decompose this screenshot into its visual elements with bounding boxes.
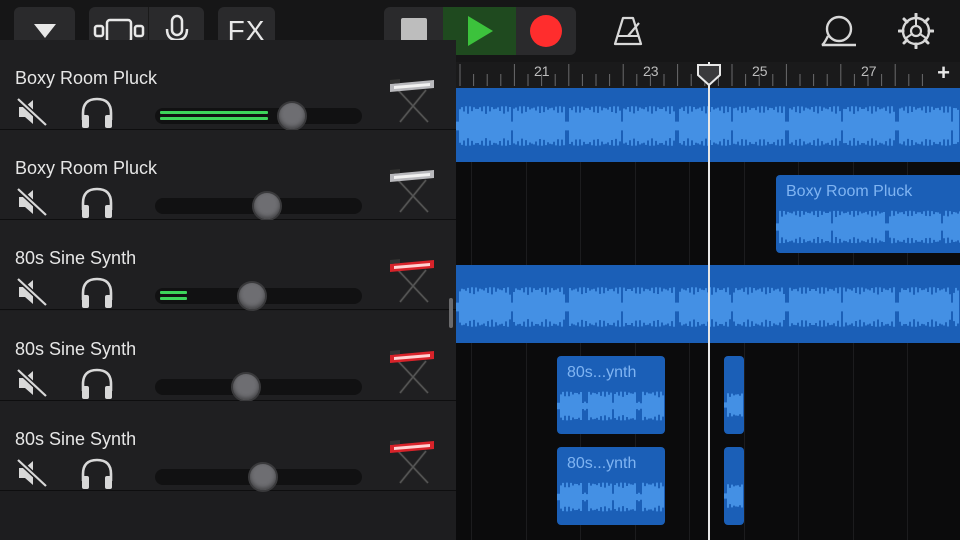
track-name: Boxy Room Pluck	[15, 158, 158, 178]
mute-speaker-icon[interactable]	[16, 97, 48, 127]
volume-slider-knob[interactable]	[237, 281, 267, 311]
mute-speaker-icon[interactable]	[16, 368, 48, 398]
headphones-icon[interactable]	[79, 367, 115, 401]
mute-speaker-icon[interactable]	[16, 187, 48, 217]
volume-slider-knob[interactable]	[277, 101, 307, 131]
waveform	[557, 482, 664, 512]
volume-slider[interactable]	[155, 281, 362, 311]
headphones-icon[interactable]	[79, 457, 115, 491]
volume-slider[interactable]	[155, 191, 362, 221]
track-name: 80s Sine Synth	[15, 248, 137, 268]
track-header-row[interactable]: 80s Sine Synth	[0, 311, 456, 402]
loop-browser-button[interactable]	[816, 7, 862, 55]
track-headers-panel: Boxy Room Pluck Boxy Room Pluck 80s Sine…	[0, 40, 456, 540]
volume-slider-knob[interactable]	[248, 462, 278, 492]
waveform	[724, 393, 743, 417]
triangle-down-icon	[33, 24, 56, 38]
region-80s-sine-synth-2[interactable]: 80s...ynth	[557, 356, 665, 434]
level-meter	[160, 111, 268, 121]
record-button[interactable]	[516, 7, 576, 55]
record-icon	[530, 15, 562, 47]
volume-slider-knob[interactable]	[252, 191, 282, 221]
bar-number-23: 23	[643, 63, 659, 79]
region-80s-sine-synth-5[interactable]	[724, 447, 744, 525]
region-boxy-room-pluck-2[interactable]: Boxy Room Pluck	[776, 175, 960, 253]
keyboard-instrument-icon[interactable]	[388, 254, 436, 306]
keyboard-instrument-icon[interactable]	[388, 74, 436, 126]
headphones-icon[interactable]	[79, 186, 115, 220]
waveform	[724, 484, 743, 508]
volume-slider[interactable]	[155, 101, 362, 131]
track-header-row[interactable]: Boxy Room Pluck	[0, 40, 456, 131]
volume-slider[interactable]	[155, 372, 362, 402]
headphones-icon[interactable]	[79, 96, 115, 130]
metronome-button[interactable]	[606, 7, 650, 55]
level-meter	[160, 291, 187, 301]
region-80s-sine-synth-4[interactable]: 80s...ynth	[557, 447, 665, 525]
panel-resize-handle[interactable]	[449, 298, 453, 328]
settings-button[interactable]	[894, 7, 938, 55]
mute-speaker-icon[interactable]	[16, 277, 48, 307]
track-name: Boxy Room Pluck	[15, 68, 158, 88]
metronome-icon	[613, 16, 643, 46]
headphones-icon[interactable]	[79, 276, 115, 310]
region-label: 80s...ynth	[567, 364, 637, 381]
timeline-area[interactable]: 21 23 25 27 + Boxy Room Pluck 80s...ynth…	[456, 62, 960, 540]
bar-number-25: 25	[752, 63, 768, 79]
track-name: 80s Sine Synth	[15, 429, 137, 449]
waveform	[557, 391, 664, 421]
volume-slider-knob[interactable]	[231, 372, 261, 402]
bar-number-27: 27	[861, 63, 877, 79]
region-label: Boxy Room Pluck	[786, 183, 913, 200]
gear-icon	[898, 13, 934, 49]
mute-speaker-icon[interactable]	[16, 458, 48, 488]
play-icon	[467, 16, 493, 46]
bar-number-21: 21	[534, 63, 550, 79]
keyboard-instrument-icon[interactable]	[388, 435, 436, 487]
track-header-row[interactable]: Boxy Room Pluck	[0, 130, 456, 221]
add-section-button[interactable]: +	[937, 62, 950, 86]
track-header-row[interactable]: 80s Sine Synth	[0, 220, 456, 311]
track-name: 80s Sine Synth	[15, 339, 137, 359]
playhead-line[interactable]	[708, 62, 710, 540]
playhead-handle[interactable]	[696, 63, 722, 87]
loop-icon	[821, 15, 856, 47]
region-label: 80s...ynth	[567, 455, 637, 472]
keyboard-instrument-icon[interactable]	[388, 345, 436, 397]
region-80s-sine-synth-3[interactable]	[724, 356, 744, 434]
volume-slider[interactable]	[155, 462, 362, 492]
waveform	[776, 210, 960, 244]
keyboard-instrument-icon[interactable]	[388, 164, 436, 216]
track-header-row[interactable]: 80s Sine Synth	[0, 401, 456, 492]
